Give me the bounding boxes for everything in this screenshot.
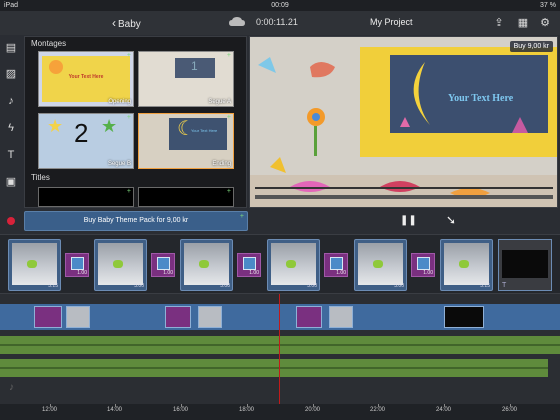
- clip-segment[interactable]: [198, 306, 222, 328]
- add-icon: +: [226, 52, 231, 59]
- buy-theme-button[interactable]: Buy Baby Theme Pack for 9,00 kr +: [24, 211, 248, 231]
- clip-duration: 3.15: [48, 283, 58, 289]
- ruler-tick: 20:00: [305, 407, 321, 413]
- photo-icon[interactable]: ▨: [5, 68, 17, 80]
- clip-duration: 3.00: [220, 283, 230, 289]
- montage-label: Opening: [108, 99, 131, 105]
- title-thumb-2[interactable]: +: [138, 187, 234, 207]
- video-track[interactable]: [0, 304, 560, 330]
- transition[interactable]: 1.00: [237, 253, 261, 277]
- add-icon: +: [226, 114, 231, 121]
- transition-duration: 1.00: [163, 270, 173, 276]
- audio-track-1[interactable]: [0, 336, 560, 354]
- video-icon[interactable]: ▤: [5, 42, 17, 54]
- montage-caption: Your Text Here: [191, 128, 218, 133]
- ruler-tick: 12:00: [42, 407, 58, 413]
- preview-overlay-text: Your Text Here: [448, 93, 514, 104]
- edit-project-icon[interactable]: ▦: [516, 16, 530, 30]
- nav-bar: ‹ Baby 0:00:11.21 My Project ⇪ ▦ ⚙: [0, 11, 560, 35]
- clip-segment[interactable]: [66, 306, 90, 328]
- record-icon[interactable]: [7, 217, 15, 225]
- music-icon[interactable]: ♪: [5, 95, 17, 107]
- transition-duration: 1.00: [336, 270, 346, 276]
- montage-ending[interactable]: ☾ Your Text Here + Ending: [138, 113, 234, 169]
- media-toolbar: ▤ ▨ ♪ ϟ T ▣: [0, 35, 22, 207]
- title-clip[interactable]: T: [498, 239, 552, 291]
- transition[interactable]: 1.00: [65, 253, 89, 277]
- add-icon: +: [226, 188, 231, 195]
- video-clip[interactable]: 3.00: [267, 239, 320, 291]
- playhead[interactable]: [279, 294, 280, 414]
- clip-duration: 3.00: [307, 283, 317, 289]
- theme-browser: Montages Your Text Here + Opening 1 + Se…: [24, 36, 247, 208]
- forward-arrow-icon[interactable]: ➘: [446, 213, 456, 227]
- montage-label: Segue A: [208, 99, 231, 105]
- montage-opening[interactable]: Your Text Here + Opening: [38, 51, 134, 107]
- buy-theme-label: Buy Baby Theme Pack for 9,00 kr: [83, 217, 189, 224]
- title-thumb-1[interactable]: +: [38, 187, 134, 207]
- clip-duration: 3.00: [134, 283, 144, 289]
- share-icon[interactable]: ⇪: [492, 16, 506, 30]
- storyboard: 3.15 1.00 3.00 1.00 3.00 1.00 3.00 1.00 …: [0, 234, 560, 294]
- transition-duration: 1.00: [77, 270, 87, 276]
- time-ruler[interactable]: 12:00 14:00 16:00 18:00 20:00 22:00 24:0…: [0, 404, 560, 420]
- title-clip-label: T: [502, 282, 507, 289]
- video-clip[interactable]: 3.15: [440, 239, 493, 291]
- montage-label: Ending: [212, 161, 231, 167]
- video-clip[interactable]: 3.00: [94, 239, 147, 291]
- transition[interactable]: 1.00: [324, 253, 348, 277]
- gear-icon[interactable]: ⚙: [538, 16, 552, 30]
- pause-icon[interactable]: ❚❚: [400, 215, 417, 226]
- video-clip[interactable]: 3.15: [8, 239, 61, 291]
- back-button[interactable]: ‹ Baby: [112, 16, 141, 30]
- clip-duration: 3.00: [394, 283, 404, 289]
- status-bar: iPad 00:09 37 %: [0, 0, 560, 11]
- audio-track-2[interactable]: [0, 359, 548, 377]
- montage-label: Segue B: [107, 161, 131, 167]
- video-clip[interactable]: 3.00: [354, 239, 407, 291]
- ruler-tick: 22:00: [370, 407, 386, 413]
- add-icon: +: [126, 188, 131, 195]
- back-label: Baby: [118, 19, 141, 30]
- timeline[interactable]: ♪ 12:00 14:00 16:00 18:00 20:00 22:00 24…: [0, 294, 560, 420]
- buy-badge[interactable]: Buy 9,00 kr: [509, 41, 553, 52]
- project-title[interactable]: My Project: [370, 17, 413, 27]
- ruler-tick: 16:00: [173, 407, 189, 413]
- montage-segue-b[interactable]: ★ 2 ★ + Segue B: [38, 113, 134, 169]
- timecode: 0:00:11.21: [256, 17, 298, 27]
- montage-segue-a[interactable]: 1 + Segue A: [138, 51, 234, 107]
- chevron-left-icon: ‹: [112, 16, 116, 30]
- clip-segment[interactable]: [329, 306, 353, 328]
- status-clock: 00:09: [271, 2, 289, 9]
- video-preview[interactable]: Your Text Here Buy 9,00 kr: [249, 36, 558, 208]
- transition[interactable]: 1.00: [411, 253, 435, 277]
- transition-segment[interactable]: [165, 306, 191, 328]
- ruler-tick: 24:00: [436, 407, 452, 413]
- sound-effects-icon[interactable]: ϟ: [5, 122, 17, 134]
- transport-bar: Buy Baby Theme Pack for 9,00 kr + ❚❚ ➘: [0, 208, 560, 234]
- music-note-icon: ♪: [9, 382, 14, 393]
- title-segment[interactable]: [444, 306, 484, 328]
- ruler-tick: 18:00: [239, 407, 255, 413]
- ruler-tick: 26:00: [502, 407, 518, 413]
- transition-segment[interactable]: [34, 306, 62, 328]
- transition[interactable]: 1.00: [151, 253, 175, 277]
- add-icon: +: [126, 114, 131, 121]
- text-icon[interactable]: T: [5, 149, 17, 161]
- themes-icon[interactable]: ▣: [5, 176, 17, 188]
- video-clip[interactable]: 3.00: [180, 239, 233, 291]
- clip-duration: 3.15: [480, 283, 490, 289]
- montages-heading: Montages: [31, 39, 67, 48]
- titles-heading: Titles: [31, 173, 50, 182]
- battery-level: 37 %: [540, 2, 556, 9]
- add-icon: +: [239, 213, 244, 220]
- ruler-tick: 14:00: [107, 407, 123, 413]
- montage-caption: Your Text Here: [68, 74, 104, 80]
- transition-segment[interactable]: [296, 306, 322, 328]
- preview-artwork: [250, 37, 557, 207]
- transition-duration: 1.00: [423, 270, 433, 276]
- transition-duration: 1.00: [249, 270, 259, 276]
- add-icon: +: [126, 52, 131, 59]
- cloud-icon[interactable]: [228, 16, 246, 28]
